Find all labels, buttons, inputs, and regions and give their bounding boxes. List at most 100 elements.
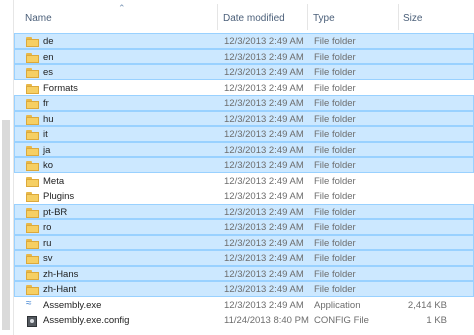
file-name: en [43, 51, 54, 63]
file-row[interactable]: hu 12/3/2013 2:49 AM File folder [14, 110, 474, 126]
file-date-modified: 11/24/2013 8:40 PM [224, 315, 309, 326]
file-type: File folder [314, 98, 356, 109]
file-row[interactable]: ja 12/3/2013 2:49 AM File folder [14, 141, 474, 157]
file-row[interactable]: ru 12/3/2013 2:49 AM File folder [14, 234, 474, 250]
file-row[interactable]: zh-Hans 12/3/2013 2:49 AM File folder [14, 265, 474, 281]
file-date-modified: 12/3/2013 2:49 AM [224, 268, 304, 280]
file-type: File folder [314, 268, 356, 280]
file-name: Assembly.exe [43, 299, 102, 311]
folder-icon [26, 238, 39, 249]
file-row[interactable]: fr 12/3/2013 2:49 AM File folder [14, 95, 474, 111]
column-header-type[interactable]: Type [313, 13, 335, 24]
file-type: File folder [314, 129, 356, 140]
file-date-modified: 12/3/2013 2:49 AM [224, 82, 304, 94]
folder-icon [26, 223, 39, 233]
column-divider[interactable] [398, 4, 399, 30]
navigation-pane-scrollbar[interactable] [2, 120, 10, 330]
file-date-modified: 12/3/2013 2:49 AM [224, 191, 304, 202]
file-list: de 12/3/2013 2:49 AM File folder en 12/3/201… [14, 33, 474, 328]
folder-icon [26, 99, 39, 109]
file-name: it [43, 129, 48, 140]
column-header-size[interactable]: Size [403, 13, 422, 24]
file-name: Meta [43, 175, 65, 187]
file-size: 2,414 KB [407, 299, 447, 311]
file-row[interactable]: Meta 12/3/2013 2:49 AM File folder [14, 173, 474, 189]
file-row[interactable]: es 12/3/2013 2:49 AM File folder [14, 64, 474, 80]
file-name: fr [43, 98, 49, 109]
navigation-pane-edge [0, 0, 14, 335]
application-icon: ≈ [26, 297, 32, 309]
file-date-modified: 12/3/2013 2:49 AM [224, 237, 304, 249]
column-divider[interactable] [217, 4, 218, 30]
file-date-modified: 12/3/2013 2:49 AM [224, 67, 304, 78]
file-type: File folder [314, 36, 356, 47]
file-date-modified: 12/3/2013 2:49 AM [224, 206, 304, 218]
folder-icon [26, 254, 39, 264]
file-name: zh-Hans [43, 268, 79, 280]
column-header-bar: ⌃ Name Date modified Type Size [14, 0, 474, 30]
folder-icon [26, 83, 39, 94]
file-type: File folder [314, 191, 356, 202]
file-type: File folder [314, 284, 356, 295]
sort-ascending-icon: ⌃ [118, 3, 126, 13]
file-date-modified: 12/3/2013 2:49 AM [224, 222, 304, 233]
file-row[interactable]: en 12/3/2013 2:49 AM File folder [14, 48, 474, 64]
file-row[interactable]: zh-Hant 12/3/2013 2:49 AM File folder [14, 281, 474, 297]
file-name: zh-Hant [43, 284, 77, 295]
file-row[interactable]: sv 12/3/2013 2:49 AM File folder [14, 250, 474, 266]
folder-icon [26, 52, 39, 63]
file-type: File folder [314, 237, 356, 249]
file-name: Assembly.exe.config [43, 315, 130, 326]
file-date-modified: 12/3/2013 2:49 AM [224, 299, 304, 311]
file-row[interactable]: de 12/3/2013 2:49 AM File folder [14, 33, 474, 49]
file-date-modified: 12/3/2013 2:49 AM [224, 253, 304, 264]
column-header-name[interactable]: Name [25, 13, 52, 24]
file-type: File folder [314, 67, 356, 78]
config-file-icon [26, 316, 39, 327]
file-type: File folder [314, 206, 356, 218]
file-type: Application [314, 299, 361, 311]
file-type: File folder [314, 51, 356, 63]
folder-icon [26, 269, 39, 280]
file-row[interactable]: ro 12/3/2013 2:49 AM File folder [14, 219, 474, 235]
file-name: de [43, 36, 54, 47]
column-header-date-modified[interactable]: Date modified [223, 13, 285, 24]
column-divider[interactable] [307, 4, 308, 30]
folder-icon [26, 207, 39, 218]
file-name: Plugins [43, 191, 75, 202]
file-row[interactable]: Assembly.exe.config 11/24/2013 8:40 PM CON… [14, 312, 474, 328]
file-date-modified: 12/3/2013 2:49 AM [224, 113, 304, 125]
file-row[interactable]: it 12/3/2013 2:49 AM File folder [14, 126, 474, 142]
file-name: hu [43, 113, 54, 125]
file-name: ja [43, 144, 51, 156]
file-date-modified: 12/3/2013 2:49 AM [224, 284, 304, 295]
file-row[interactable]: Formats 12/3/2013 2:49 AM File folder [14, 80, 474, 96]
file-name: ro [43, 222, 52, 233]
file-date-modified: 12/3/2013 2:49 AM [224, 160, 304, 171]
file-size: 1 KB [426, 315, 447, 326]
folder-icon [26, 285, 39, 295]
file-type: File folder [314, 160, 356, 171]
file-date-modified: 12/3/2013 2:49 AM [224, 129, 304, 140]
file-type: CONFIG File [314, 315, 369, 326]
file-type: File folder [314, 144, 356, 156]
file-date-modified: 12/3/2013 2:49 AM [224, 98, 304, 109]
folder-icon [26, 176, 39, 187]
file-name: es [43, 67, 54, 78]
file-date-modified: 12/3/2013 2:49 AM [224, 36, 304, 47]
file-row[interactable]: ko 12/3/2013 2:49 AM File folder [14, 157, 474, 173]
folder-icon [26, 37, 39, 47]
file-row[interactable]: pt-BR 12/3/2013 2:49 AM File folder [14, 203, 474, 219]
file-type: File folder [314, 113, 356, 125]
file-row[interactable]: ≈ Assembly.exe 12/3/2013 2:49 AM Applicatio… [14, 297, 474, 313]
file-name: ko [43, 160, 54, 171]
file-name: Formats [43, 82, 78, 94]
file-type: File folder [314, 253, 356, 264]
file-name: sv [43, 253, 53, 264]
file-row[interactable]: Plugins 12/3/2013 2:49 AM File folder [14, 188, 474, 204]
file-name: ru [43, 237, 52, 249]
file-type: File folder [314, 82, 356, 94]
file-type: File folder [314, 175, 356, 187]
file-date-modified: 12/3/2013 2:49 AM [224, 144, 304, 156]
file-date-modified: 12/3/2013 2:49 AM [224, 51, 304, 63]
